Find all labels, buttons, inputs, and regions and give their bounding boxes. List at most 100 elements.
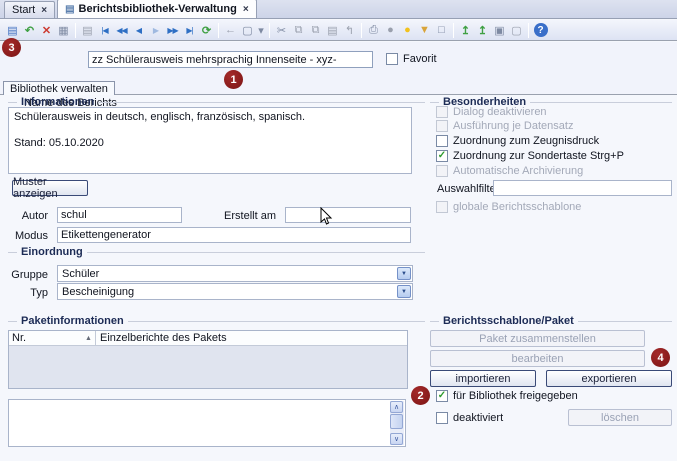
sort-ascending-icon: ▲ bbox=[85, 335, 95, 342]
tab-start-close-icon[interactable]: × bbox=[41, 5, 47, 16]
importieren-button[interactable]: importieren bbox=[430, 370, 536, 387]
new-report-icon[interactable]: ▢ bbox=[239, 21, 256, 39]
tab-start[interactable]: Start × bbox=[4, 1, 55, 18]
toolbar-separator bbox=[218, 23, 219, 38]
favorit-label: Favorit bbox=[403, 53, 437, 65]
informationen-textarea[interactable]: Schülerausweis in deutsch, englisch, fra… bbox=[8, 107, 412, 174]
dialog-deaktivieren-checkbox: ✓ Dialog deaktivieren bbox=[436, 106, 547, 118]
copy-record-icon[interactable]: ▤ bbox=[79, 21, 96, 39]
archive-lock-icon[interactable]: ▣ bbox=[491, 21, 508, 39]
dataset-form-icon[interactable]: ▦ bbox=[55, 21, 72, 39]
tab-bibliothek-verwalten-label: Bibliothek verwalten bbox=[10, 83, 108, 95]
auswahlfilter-input[interactable] bbox=[493, 180, 672, 196]
mouse-cursor bbox=[320, 207, 333, 226]
ausfuehrung-je-datensatz-checkbox: ✓ Ausführung je Datensatz bbox=[436, 120, 573, 132]
hint-bulb-icon[interactable]: ● bbox=[399, 21, 416, 39]
annotation-circle-2: 2 bbox=[411, 386, 430, 405]
informationen-text-line2: Stand: 05.10.2020 bbox=[14, 137, 406, 150]
template-doc-icon[interactable]: ▢ bbox=[508, 21, 525, 39]
scrollbar-thumb[interactable] bbox=[390, 414, 403, 429]
report-name-input[interactable] bbox=[88, 51, 373, 68]
annotation-circle-3: 3 bbox=[2, 38, 21, 57]
back-icon[interactable]: ← bbox=[222, 21, 239, 39]
column-einzelberichte[interactable]: Einzelberichte des Pakets bbox=[96, 332, 227, 344]
exportieren-button[interactable]: exportieren bbox=[546, 370, 672, 387]
fuer-bibliothek-freigegeben-checkbox[interactable]: ✓ für Bibliothek freigegeben bbox=[436, 390, 578, 402]
preview-icon[interactable]: ● bbox=[382, 21, 399, 39]
typ-dropdown-arrow-icon[interactable]: ▼ bbox=[397, 285, 411, 298]
autor-input[interactable] bbox=[57, 207, 182, 223]
annotation-circle-4: 4 bbox=[651, 348, 670, 367]
paste-special-icon[interactable]: ↰ bbox=[341, 21, 358, 39]
favorit-checkbox-box[interactable]: ✓ bbox=[386, 53, 398, 65]
copy-icon[interactable]: ⧉ bbox=[290, 21, 307, 39]
bearbeiten-button: bearbeiten bbox=[430, 350, 645, 367]
duplicate-icon[interactable]: ⧉ bbox=[307, 21, 324, 39]
paketinformationen-group-header: Paketinformationen bbox=[8, 315, 425, 327]
informationen-text-line1: Schülerausweis in deutsch, englisch, fra… bbox=[14, 111, 406, 124]
loeschen-button: löschen bbox=[568, 409, 672, 426]
scroll-up-icon[interactable]: ∧ bbox=[390, 401, 403, 413]
gruppe-label: Gruppe bbox=[0, 269, 48, 281]
selection-icon[interactable]: □ bbox=[433, 21, 450, 39]
delete-icon[interactable]: ✕ bbox=[38, 21, 55, 39]
einordnung-title: Einordnung bbox=[21, 246, 83, 258]
tab-strip: Start × ▤ Berichtsbibliothek-Verwaltung … bbox=[0, 0, 677, 19]
tab-start-label: Start bbox=[12, 4, 35, 16]
toolbar-separator bbox=[75, 23, 76, 38]
report-tab-icon: ▤ bbox=[65, 4, 74, 15]
automatische-archivierung-checkbox: ✓ Automatische Archivierung bbox=[436, 165, 583, 177]
tab-bibliothek-verwalten[interactable]: Bibliothek verwalten bbox=[3, 81, 115, 95]
refresh-icon[interactable]: ⟳ bbox=[198, 21, 215, 39]
help-icon[interactable]: ? bbox=[532, 21, 549, 39]
paket-notes-textarea[interactable]: ∧ ∨ bbox=[8, 399, 406, 447]
deaktiviert-checkbox[interactable]: ✓ deaktiviert bbox=[436, 412, 503, 424]
muster-anzeigen-button[interactable]: Muster anzeigen bbox=[12, 180, 88, 196]
funnel-icon[interactable]: ▼ bbox=[416, 21, 433, 39]
notes-scrollbar[interactable]: ∧ ∨ bbox=[390, 401, 404, 445]
toolbar-separator bbox=[361, 23, 362, 38]
typ-value: Bescheinigung bbox=[62, 286, 134, 298]
next-record-icon[interactable]: ▶ bbox=[147, 21, 164, 39]
tab-berichtsbibliothek[interactable]: ▤ Berichtsbibliothek-Verwaltung × bbox=[57, 0, 257, 18]
main-toolbar: ▤ ↶ ✕ ▦ ▤ |◀ ◀◀ ◀ ▶ ▶▶ ▶| ⟳ ← ▢ ▾ ✂ ⧉ ⧉ … bbox=[0, 20, 677, 41]
import-icon[interactable]: ↥ bbox=[457, 21, 474, 39]
erstellt-am-input[interactable] bbox=[285, 207, 411, 223]
paket-table[interactable]: Nr. ▲ Einzelberichte des Pakets bbox=[8, 330, 408, 389]
gruppe-dropdown-arrow-icon[interactable]: ▼ bbox=[397, 267, 411, 280]
fast-back-icon[interactable]: ◀◀ bbox=[113, 21, 130, 39]
typ-dropdown[interactable]: Bescheinigung ▼ bbox=[57, 283, 413, 300]
gruppe-dropdown[interactable]: Schüler ▼ bbox=[57, 265, 413, 282]
berichtsschablone-title: Berichtsschablone/Paket bbox=[443, 315, 574, 327]
tab-berichtsbibliothek-label: Berichtsbibliothek-Verwaltung bbox=[79, 3, 237, 15]
einordnung-group-header: Einordnung bbox=[8, 246, 425, 258]
zuordnung-zeugnisdruck-checkbox[interactable]: ✓ Zuordnung zum Zeugnisdruck bbox=[436, 135, 599, 147]
berichtsbibliothek-window: Start × ▤ Berichtsbibliothek-Verwaltung … bbox=[0, 0, 677, 461]
scroll-down-icon[interactable]: ∨ bbox=[390, 433, 403, 445]
toolbar-separator bbox=[269, 23, 270, 38]
paste-icon[interactable]: ▤ bbox=[324, 21, 341, 39]
cut-icon[interactable]: ✂ bbox=[273, 21, 290, 39]
annotation-circle-1: 1 bbox=[224, 70, 243, 89]
fast-forward-icon[interactable]: ▶▶ bbox=[164, 21, 181, 39]
import2-icon[interactable]: ↥ bbox=[474, 21, 491, 39]
favorit-checkbox[interactable]: ✓ Favorit bbox=[386, 53, 437, 65]
paketinformationen-title: Paketinformationen bbox=[21, 315, 124, 327]
tab-berichtsbibliothek-close-icon[interactable]: × bbox=[243, 4, 249, 15]
column-nr[interactable]: Nr. bbox=[9, 332, 85, 344]
toolbar-separator bbox=[453, 23, 454, 38]
paket-table-header[interactable]: Nr. ▲ Einzelberichte des Pakets bbox=[9, 331, 407, 346]
autor-label: Autor bbox=[0, 210, 48, 222]
typ-label: Typ bbox=[0, 287, 48, 299]
print-icon[interactable]: ⎙ bbox=[365, 21, 382, 39]
gruppe-value: Schüler bbox=[62, 268, 99, 280]
first-record-icon[interactable]: |◀ bbox=[96, 21, 113, 39]
previous-record-icon[interactable]: ◀ bbox=[130, 21, 147, 39]
modus-label: Modus bbox=[0, 230, 48, 242]
undo-icon[interactable]: ↶ bbox=[21, 21, 38, 39]
modus-input[interactable] bbox=[57, 227, 411, 243]
zuordnung-sondertaste-checkbox[interactable]: ✓ Zuordnung zur Sondertaste Strg+P bbox=[436, 150, 624, 162]
save-icon[interactable]: ▤ bbox=[4, 21, 21, 39]
last-record-icon[interactable]: ▶| bbox=[181, 21, 198, 39]
new-report-dropdown-icon[interactable]: ▾ bbox=[256, 21, 266, 39]
